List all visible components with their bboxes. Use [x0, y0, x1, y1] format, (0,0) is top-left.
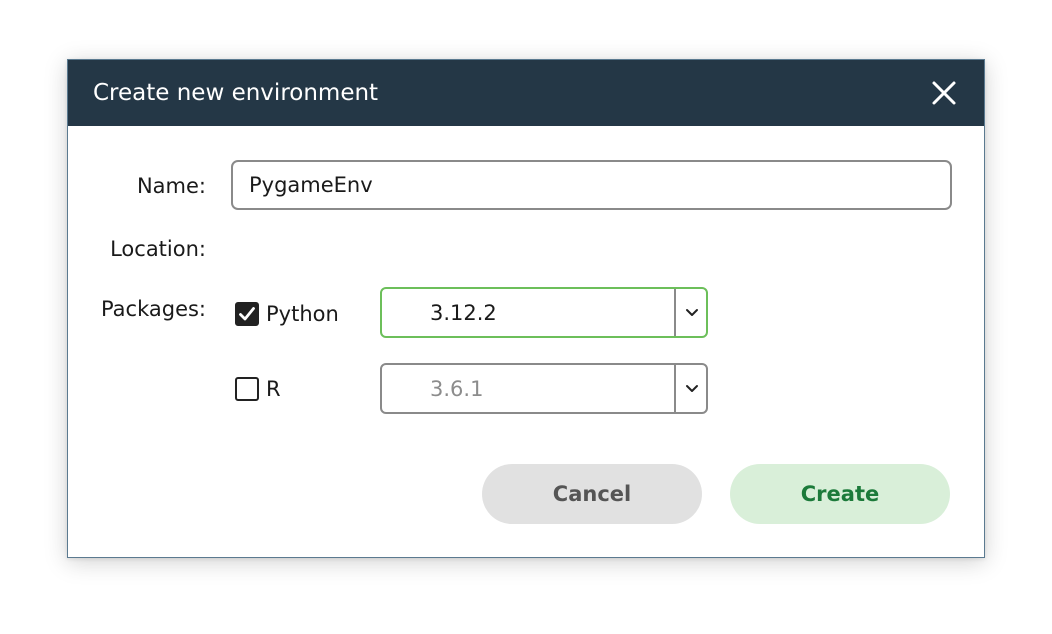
select-divider — [674, 365, 676, 412]
python-label: Python — [266, 302, 339, 326]
python-version-value: 3.12.2 — [430, 301, 497, 325]
create-environment-dialog: Create new environment Name: Location: P… — [67, 59, 985, 558]
r-label: R — [266, 377, 281, 401]
name-input[interactable] — [231, 160, 952, 210]
cancel-button[interactable]: Cancel — [482, 464, 702, 524]
checkmark-icon — [239, 307, 255, 321]
select-divider — [674, 289, 676, 336]
close-icon[interactable] — [930, 79, 958, 107]
r-version-select[interactable]: 3.6.1 — [380, 363, 708, 414]
r-version-value: 3.6.1 — [430, 377, 484, 401]
python-version-select[interactable]: 3.12.2 — [380, 287, 708, 338]
location-label: Location: — [110, 237, 206, 261]
python-checkbox[interactable] — [235, 302, 259, 326]
r-checkbox[interactable] — [235, 377, 259, 401]
chevron-down-icon — [686, 385, 698, 392]
dialog-titlebar: Create new environment — [68, 60, 984, 126]
packages-label: Packages: — [100, 297, 206, 321]
chevron-down-icon — [686, 309, 698, 316]
name-label: Name: — [136, 174, 206, 198]
dialog-title: Create new environment — [93, 80, 379, 106]
create-button[interactable]: Create — [730, 464, 950, 524]
